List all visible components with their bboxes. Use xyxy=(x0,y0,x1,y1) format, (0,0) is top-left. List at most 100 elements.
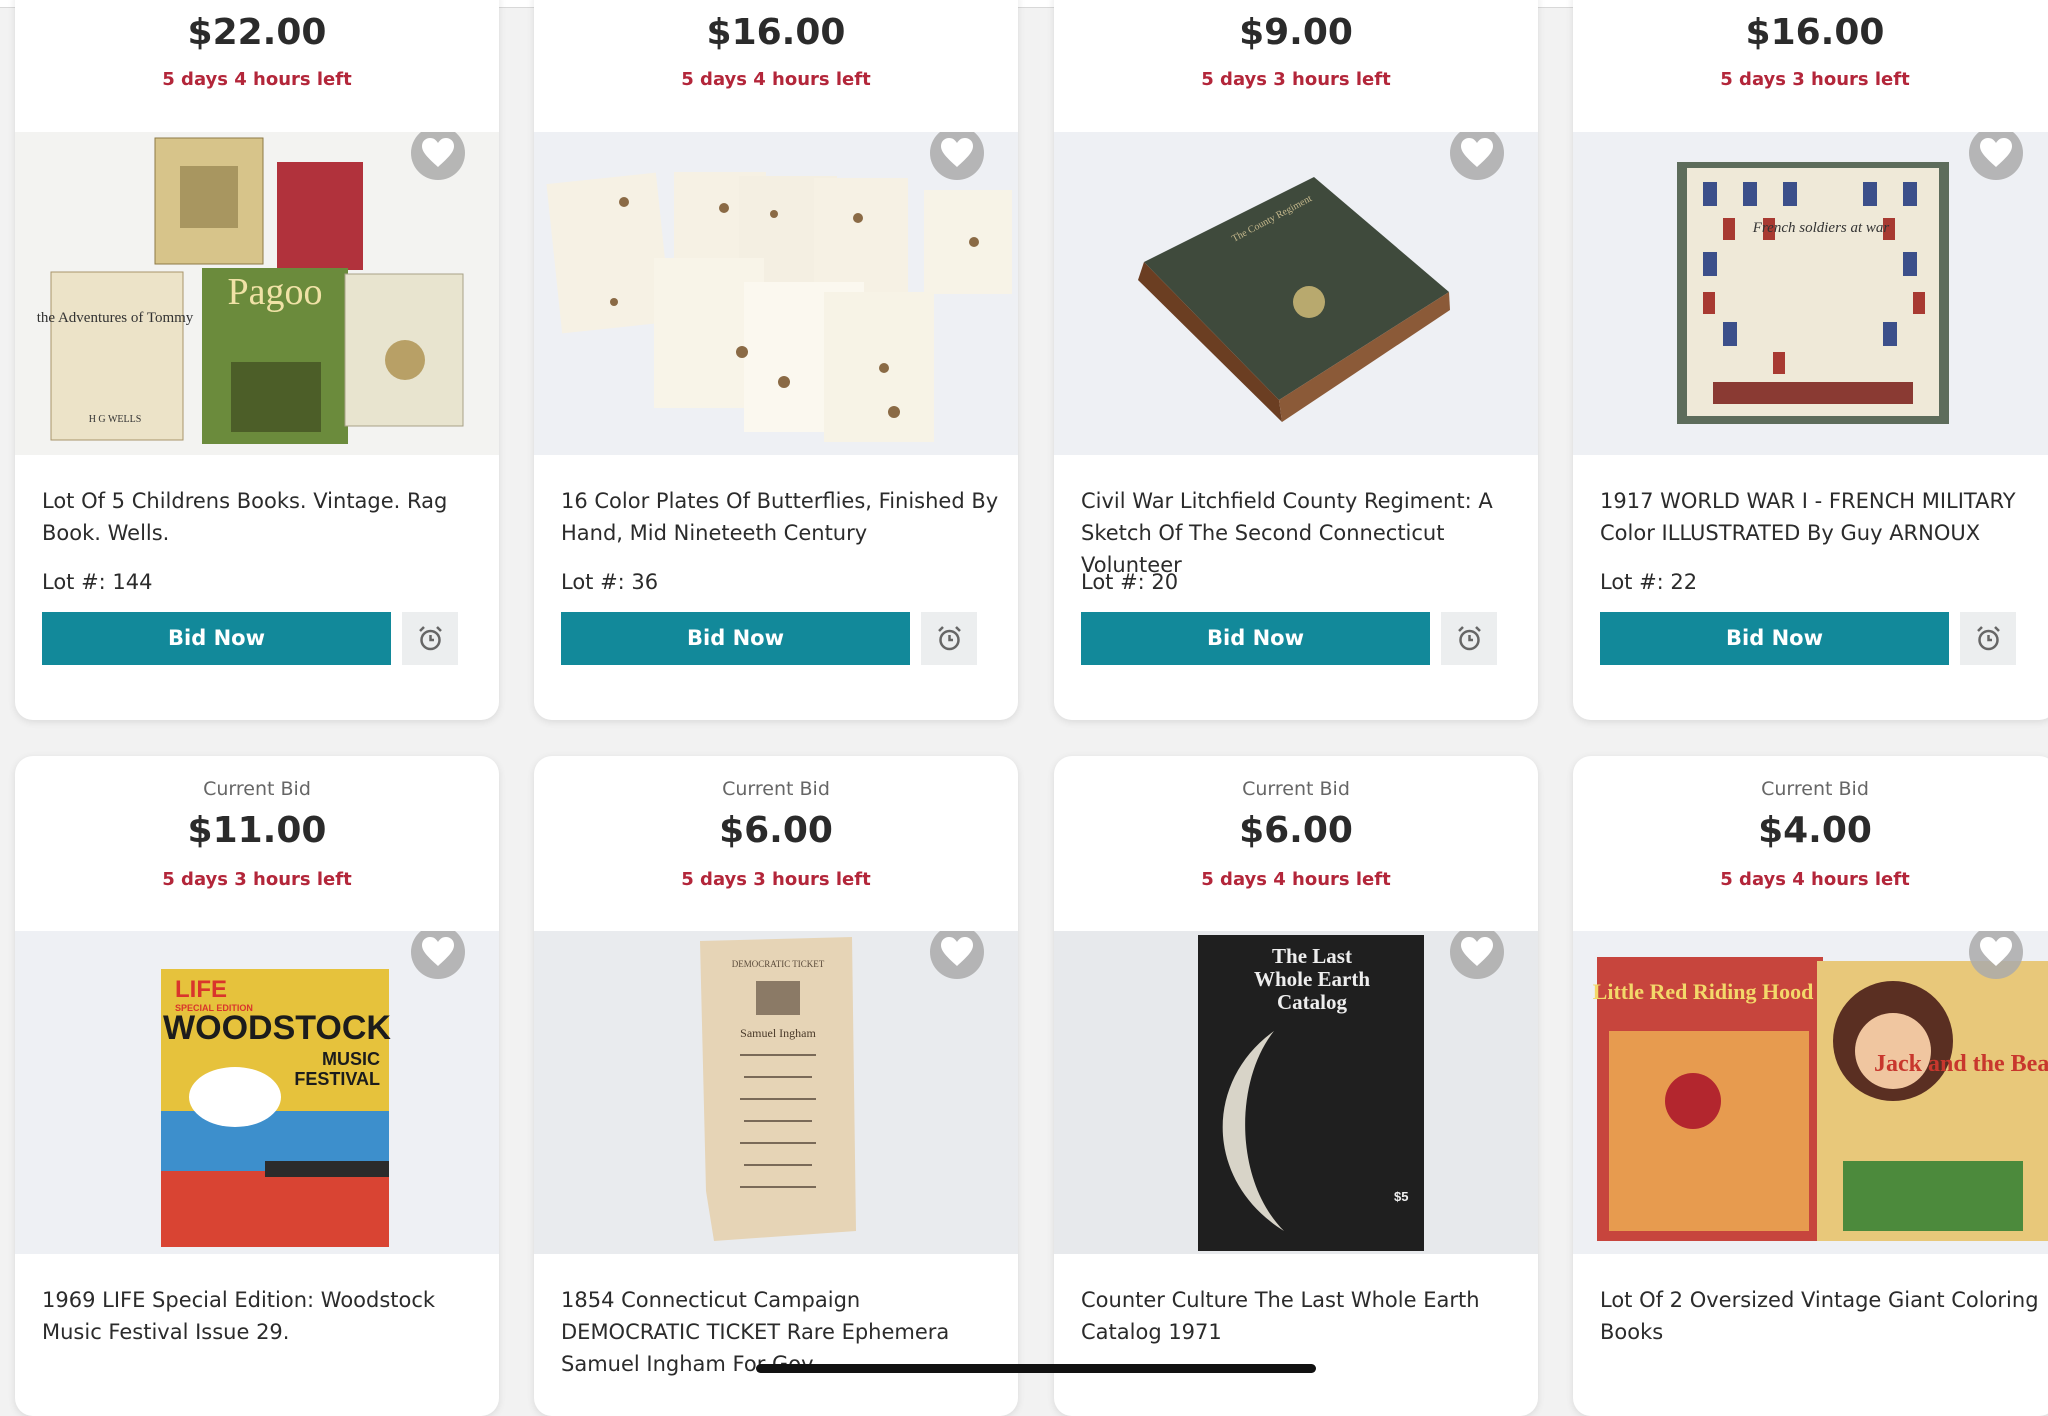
current-bid-label: Current Bid xyxy=(722,778,830,800)
card-header: Current Bid $11.00 5 days 3 hours left xyxy=(15,756,499,931)
lot-title[interactable]: Lot Of 5 Childrens Books. Vintage. Rag B… xyxy=(42,485,482,549)
reminder-button[interactable] xyxy=(1960,612,2016,665)
book-title-text: Pagoo xyxy=(228,271,323,313)
heart-icon xyxy=(1980,138,2012,167)
woodstock-magazine-photo: LIFE SPECIAL EDITION WOODSTOCK MUSIC FES… xyxy=(15,931,499,1254)
lot-image[interactable]: DEMOCRATIC TICKET Samuel Ingham xyxy=(534,931,1018,1254)
catalog-title-text: Whole Earth xyxy=(1254,967,1370,991)
time-left: 5 days 3 hours left xyxy=(681,869,871,890)
lot-image[interactable]: the Adventures of Tommy H G WELLS Pagoo xyxy=(15,132,499,455)
lot-number: Lot #: 20 xyxy=(1081,570,1179,594)
current-price: $9.00 xyxy=(1239,12,1353,53)
lot-title[interactable]: Counter Culture The Last Whole Earth Cat… xyxy=(1081,1284,1521,1348)
bid-now-button[interactable]: Bid Now xyxy=(1081,612,1430,665)
catalog-title-text: The Last xyxy=(1272,944,1352,968)
bid-now-button[interactable]: Bid Now xyxy=(1600,612,1949,665)
book-title-text: the Adventures of Tommy xyxy=(37,310,194,326)
lot-card[interactable]: Current Bid $6.00 5 days 4 hours left Th… xyxy=(1054,756,1538,1416)
alarm-clock-icon xyxy=(1977,626,2000,651)
heart-icon xyxy=(941,937,973,966)
bid-now-button[interactable]: Bid Now xyxy=(42,612,391,665)
coloring-book-title-text: Little Red Riding Hood xyxy=(1593,979,1814,1004)
time-left: 5 days 3 hours left xyxy=(162,869,352,890)
heart-icon xyxy=(422,937,454,966)
lot-image[interactable]: The County Regiment xyxy=(1054,132,1538,455)
heart-icon xyxy=(422,138,454,167)
lot-image[interactable]: Little Red Riding Hood Jack and the Bean… xyxy=(1573,931,2048,1254)
lot-number: Lot #: 22 xyxy=(1600,570,1698,594)
lot-card[interactable]: Current Bid $4.00 5 days 4 hours left Li… xyxy=(1573,756,2048,1416)
reminder-button[interactable] xyxy=(1441,612,1497,665)
lot-title[interactable]: Civil War Litchfield County Regiment: A … xyxy=(1081,485,1521,581)
lot-title[interactable]: Lot Of 2 Oversized Vintage Giant Colorin… xyxy=(1600,1284,2040,1348)
alarm-clock-icon xyxy=(1458,626,1481,651)
time-left: 5 days 3 hours left xyxy=(1720,69,1910,90)
card-header: $9.00 5 days 3 hours left xyxy=(1054,0,1538,132)
lot-title[interactable]: 1917 WORLD WAR I - FRENCH MILITARY Color… xyxy=(1600,485,2040,549)
butterfly-plates-photo xyxy=(534,132,1018,455)
heart-icon xyxy=(1461,937,1493,966)
card-header: Current Bid $6.00 5 days 3 hours left xyxy=(534,756,1018,931)
whole-earth-catalog-photo: The Last Whole Earth Catalog $5 xyxy=(1054,931,1538,1254)
magazine-title-text: LIFE xyxy=(175,976,227,1003)
current-price: $4.00 xyxy=(1758,810,1872,851)
lot-image[interactable]: The Last Whole Earth Catalog $5 xyxy=(1054,931,1538,1254)
home-indicator-bar[interactable] xyxy=(756,1364,1316,1373)
lot-card[interactable]: $22.00 5 days 4 hours left the Adventure… xyxy=(15,0,499,720)
current-bid-label: Current Bid xyxy=(1761,778,1869,800)
french-military-book-photo: French soldiers at war xyxy=(1573,132,2048,455)
magazine-headline-text: FESTIVAL xyxy=(294,1069,380,1089)
card-header: $16.00 5 days 4 hours left xyxy=(534,0,1018,132)
democratic-ticket-photo: DEMOCRATIC TICKET Samuel Ingham xyxy=(534,931,1018,1254)
card-header: Current Bid $4.00 5 days 4 hours left xyxy=(1573,756,2048,931)
lot-card[interactable]: Current Bid $6.00 5 days 3 hours left DE… xyxy=(534,756,1018,1416)
current-price: $16.00 xyxy=(1745,12,1885,53)
time-left: 5 days 4 hours left xyxy=(681,69,871,90)
time-left: 5 days 3 hours left xyxy=(1201,69,1391,90)
card-header: $22.00 5 days 4 hours left xyxy=(15,0,499,132)
heart-icon xyxy=(1461,138,1493,167)
magazine-headline-text: WOODSTOCK xyxy=(163,1009,391,1047)
lot-card[interactable]: Current Bid $11.00 5 days 3 hours left L… xyxy=(15,756,499,1416)
reminder-button[interactable] xyxy=(921,612,977,665)
card-header: $16.00 5 days 3 hours left xyxy=(1573,0,2048,132)
heart-icon xyxy=(941,138,973,167)
heart-icon xyxy=(1980,937,2012,966)
current-price: $22.00 xyxy=(187,12,327,53)
current-price: $11.00 xyxy=(187,810,327,851)
lot-number: Lot #: 144 xyxy=(42,570,153,594)
lot-title[interactable]: 1969 LIFE Special Edition: Woodstock Mus… xyxy=(42,1284,482,1348)
lot-card[interactable]: $9.00 5 days 3 hours left The County Reg… xyxy=(1054,0,1538,720)
magazine-headline-text: MUSIC xyxy=(322,1049,380,1069)
childrens-books-photo: the Adventures of Tommy H G WELLS Pagoo xyxy=(15,132,499,455)
catalog-price-text: $5 xyxy=(1394,1189,1408,1204)
lot-image[interactable] xyxy=(534,132,1018,455)
ticket-heading-text: DEMOCRATIC TICKET xyxy=(732,959,825,969)
ticket-name-text: Samuel Ingham xyxy=(740,1026,816,1040)
reminder-button[interactable] xyxy=(402,612,458,665)
coloring-book-title-text: Jack and the Beanstalk xyxy=(1874,1051,2048,1077)
time-left: 5 days 4 hours left xyxy=(162,69,352,90)
time-left: 5 days 4 hours left xyxy=(1720,869,1910,890)
lot-card[interactable]: $16.00 5 days 3 hours left French soldie… xyxy=(1573,0,2048,720)
card-header: Current Bid $6.00 5 days 4 hours left xyxy=(1054,756,1538,931)
book-title-text: French soldiers at war xyxy=(1752,220,1890,236)
current-price: $16.00 xyxy=(706,12,846,53)
bid-now-button[interactable]: Bid Now xyxy=(561,612,910,665)
alarm-clock-icon xyxy=(419,626,442,651)
alarm-clock-icon xyxy=(938,626,961,651)
book-author-text: H G WELLS xyxy=(89,414,142,425)
lot-image[interactable]: LIFE SPECIAL EDITION WOODSTOCK MUSIC FES… xyxy=(15,931,499,1254)
current-bid-label: Current Bid xyxy=(203,778,311,800)
lot-number: Lot #: 36 xyxy=(561,570,659,594)
time-left: 5 days 4 hours left xyxy=(1201,869,1391,890)
civil-war-book-photo: The County Regiment xyxy=(1054,132,1538,455)
coloring-books-photo: Little Red Riding Hood Jack and the Bean… xyxy=(1573,931,2048,1254)
current-price: $6.00 xyxy=(719,810,833,851)
catalog-title-text: Catalog xyxy=(1277,990,1347,1014)
lot-title[interactable]: 16 Color Plates Of Butterflies, Finished… xyxy=(561,485,1001,549)
current-bid-label: Current Bid xyxy=(1242,778,1350,800)
lot-image[interactable]: French soldiers at war xyxy=(1573,132,2048,455)
current-price: $6.00 xyxy=(1239,810,1353,851)
lot-card[interactable]: $16.00 5 days 4 hours left 16 Color Plat… xyxy=(534,0,1018,720)
